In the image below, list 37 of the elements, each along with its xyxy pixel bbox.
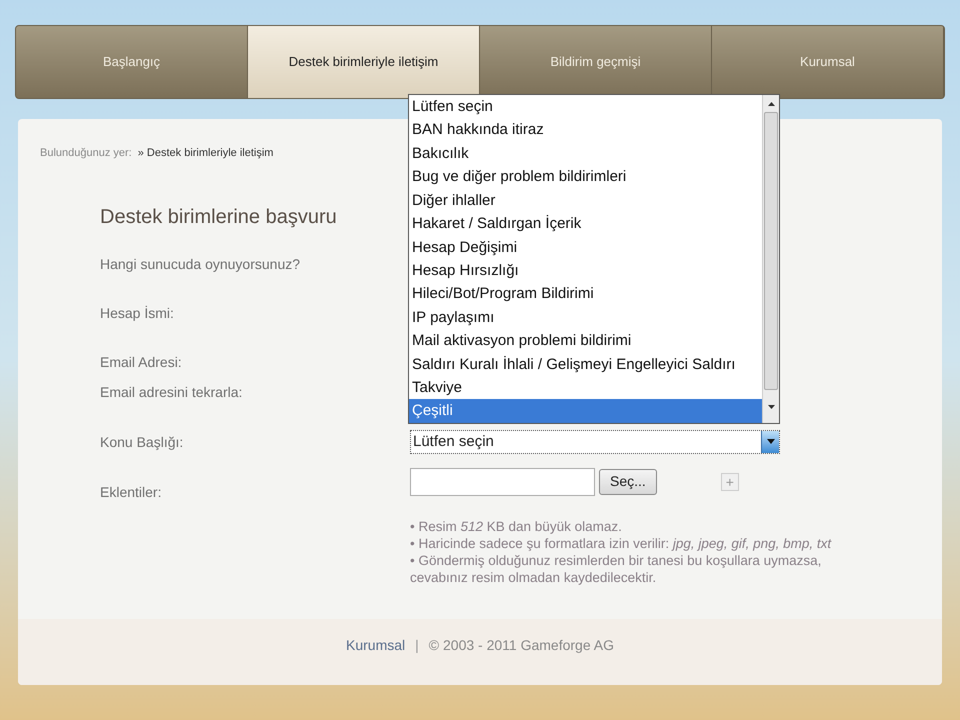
upload-note: • Haricinde sadece şu formatlara izin verilir: jpg, jpeg, gif, png, bmp, txt <box>410 534 832 552</box>
subject-select[interactable]: Lütfen seçin <box>410 430 780 454</box>
field-label: Email adresini tekrarla: <box>100 382 244 402</box>
dropdown-option[interactable]: BAN hakkında itiraz <box>409 118 762 142</box>
dropdown-option[interactable]: Bakıcılık <box>409 142 762 166</box>
field-label: Hangi sunucuda oynuyorsunuz? <box>100 254 302 274</box>
footer-link[interactable]: Kurumsal <box>346 635 406 656</box>
dropdown-option[interactable]: Hakaret / Saldırgan İçerik <box>409 212 762 236</box>
field-label: Hesap İsmi: <box>100 304 175 323</box>
caret-icon <box>761 430 779 452</box>
file-path-field[interactable] <box>410 468 595 496</box>
nav-tab[interactable]: Destek birimleriyle iletişim <box>248 26 480 98</box>
upload-note: • Göndermiş olduğunuz resimlerden bir tanesi bu koşullara uymazsa, cevabınız resim olmadan kaydedilecektir. <box>410 552 822 586</box>
breadcrumb-link[interactable]: » Destek birimleriyle iletişim <box>138 145 274 162</box>
scrollbar-thumb[interactable] <box>764 112 778 390</box>
upload-note: • Resim 512 KB dan büyük olamaz. <box>410 518 623 534</box>
form-title: Destek birimlerine başvuru <box>100 204 337 230</box>
field-label: Email Adresi: <box>100 352 183 372</box>
up-arrow-icon[interactable] <box>768 102 774 106</box>
breadcrumb-label: Bulunduğunuz yer: <box>40 146 132 161</box>
dropdown-option[interactable]: Takviye <box>409 376 762 400</box>
dropdown-option[interactable]: Saldırı Kuralı İhlali / Gelişmeyi Engelleyici Saldırı <box>409 352 762 376</box>
footer-separator: | <box>415 636 419 655</box>
browse-button[interactable]: Seç... <box>599 468 657 494</box>
field-label: Konu Başlığı: <box>100 432 184 452</box>
dropdown-option[interactable]: IP paylaşımı <box>409 306 762 330</box>
dropdown-option[interactable]: Hesap Değişimi <box>409 236 762 259</box>
down-arrow-icon[interactable] <box>768 404 774 408</box>
dropdown-option[interactable]: Lütfen seçin <box>409 95 762 118</box>
dropdown-option[interactable]: Hileci/Bot/Program Bildirimi <box>409 282 762 306</box>
dropdown-option[interactable]: Bug ve diğer problem bildirimleri <box>409 165 762 189</box>
copyright-text: © 2003 - 2011 Gameforge AG <box>428 636 614 655</box>
field-label: Eklentiler: <box>100 482 162 502</box>
dropdown-option[interactable]: Çeşitli <box>409 399 762 423</box>
dropdown-option[interactable]: Mail aktivasyon problemi bildirimi <box>409 329 762 353</box>
dropdown-option[interactable]: Diğer ihlaller <box>409 188 762 212</box>
dropdown-option[interactable]: Hesap Hırsızlığı <box>409 258 762 282</box>
